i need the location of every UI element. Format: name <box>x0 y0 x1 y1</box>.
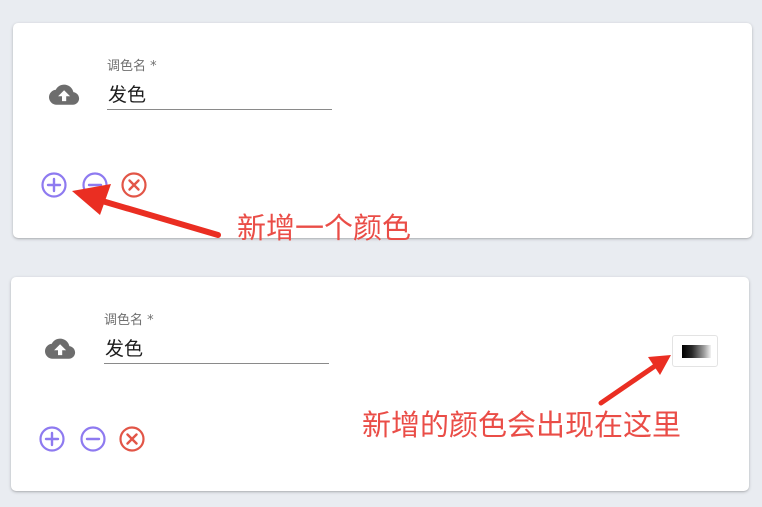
delete-palette-button[interactable] <box>118 425 146 453</box>
palette-card: 调色名 * <box>11 277 749 491</box>
palette-name-input[interactable] <box>104 334 329 364</box>
palette-name-label: 调色名 * <box>107 59 157 74</box>
color-swatch-gradient <box>682 345 711 358</box>
color-swatch[interactable] <box>672 335 718 367</box>
cancel-circle-icon <box>119 426 145 452</box>
remove-color-button[interactable] <box>81 171 109 199</box>
add-color-annotation: 新增一个颜色 <box>237 211 412 245</box>
remove-circle-icon <box>80 426 106 452</box>
cloud-upload-icon[interactable] <box>42 337 76 361</box>
palette-card: 调色名 * <box>13 23 752 238</box>
cancel-circle-icon <box>121 172 147 198</box>
cloud-upload-icon[interactable] <box>46 83 80 107</box>
add-color-button[interactable] <box>40 171 68 199</box>
palette-name-label: 调色名 * <box>104 313 154 328</box>
delete-palette-button[interactable] <box>120 171 148 199</box>
palette-name-field: 调色名 * <box>104 312 329 364</box>
palette-name-input[interactable] <box>107 80 332 110</box>
new-color-location-annotation: 新增的颜色会出现在这里 <box>362 408 682 442</box>
remove-color-button[interactable] <box>79 425 107 453</box>
add-circle-icon <box>41 172 67 198</box>
add-circle-icon <box>39 426 65 452</box>
remove-circle-icon <box>82 172 108 198</box>
palette-name-field: 调色名 * <box>107 58 332 110</box>
add-color-button[interactable] <box>38 425 66 453</box>
